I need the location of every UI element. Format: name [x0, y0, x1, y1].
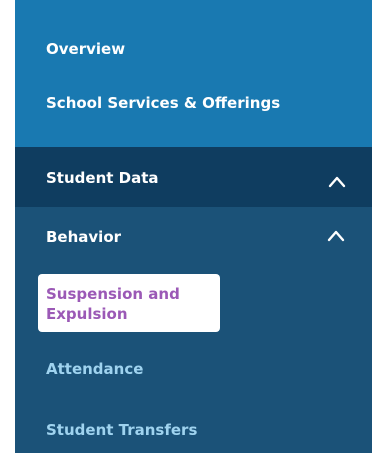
nav-link-school-services[interactable]: School Services & Offerings — [46, 94, 280, 112]
sub-item-suspension-label: Suspension and Expulsion — [46, 285, 180, 323]
nav-link-overview[interactable]: Overview — [46, 40, 125, 58]
student-data-label: Student Data — [46, 169, 159, 187]
chevron-up-icon[interactable] — [328, 174, 346, 188]
behavior-label: Behavior — [46, 228, 122, 246]
nav-section-student-data[interactable]: Student Data — [15, 147, 372, 207]
sidebar-nav: Overview School Services & Offerings Stu… — [15, 0, 372, 453]
sub-item-attendance[interactable]: Attendance — [46, 360, 143, 378]
sub-item-student-transfers[interactable]: Student Transfers — [46, 421, 197, 439]
chevron-up-icon[interactable] — [327, 228, 345, 242]
nav-section-behavior[interactable]: Behavior — [15, 207, 372, 265]
top-nav-section: Overview School Services & Offerings — [15, 0, 372, 147]
sub-item-suspension-expulsion[interactable]: Suspension and Expulsion — [38, 274, 220, 332]
